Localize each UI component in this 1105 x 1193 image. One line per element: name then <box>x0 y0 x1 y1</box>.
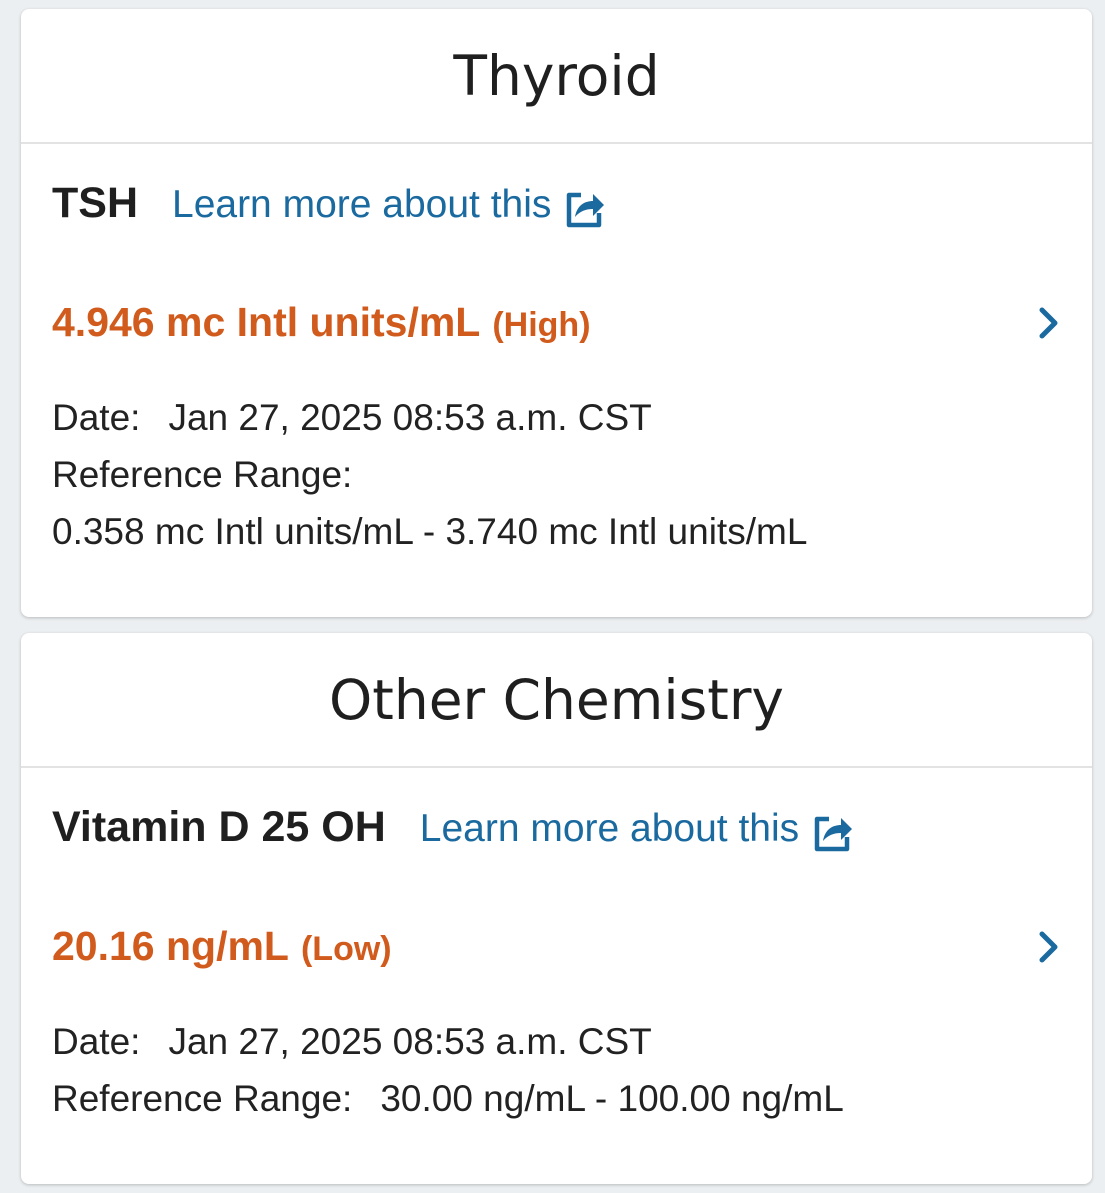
test-name: Vitamin D 25 OH <box>52 803 386 851</box>
result-details: Date: Jan 27, 2025 08:53 a.m. CST Referen… <box>52 389 807 560</box>
range-value: 30.00 ng/mL - 100.00 ng/mL <box>380 1078 844 1119</box>
range-label: Reference Range: <box>52 1078 353 1119</box>
result-line: 20.16 ng/mL (Low) <box>52 923 392 970</box>
chevron-right-icon[interactable] <box>1034 927 1064 967</box>
test-header: Vitamin D 25 OH Learn more about this <box>52 803 855 852</box>
date-label: Date: <box>52 397 141 438</box>
result-line: 4.946 mc Intl units/mL (High) <box>52 299 591 346</box>
result-flag: (Low) <box>300 930 392 968</box>
learn-more-label: Learn more about this <box>419 807 800 850</box>
result-value: 4.946 mc Intl units/mL <box>52 299 481 345</box>
section-card-thyroid: Thyroid TSH Learn more about this 4.946 … <box>21 9 1092 617</box>
chevron-right-icon[interactable] <box>1034 303 1064 343</box>
section-title: Other Chemistry <box>21 633 1092 768</box>
result-row[interactable]: 4.946 mc Intl units/mL (High) <box>52 299 1064 346</box>
learn-more-link[interactable]: Learn more about this <box>172 183 607 228</box>
result-details: Date: Jan 27, 2025 08:53 a.m. CST Referen… <box>52 1013 844 1127</box>
result-flag: (High) <box>492 306 591 344</box>
result-row[interactable]: 20.16 ng/mL (Low) <box>52 923 1064 970</box>
learn-more-label: Learn more about this <box>172 183 552 226</box>
range-line: Reference Range: 30.00 ng/mL - 100.00 ng/… <box>52 1070 844 1127</box>
external-link-icon <box>811 811 855 855</box>
date-value: Jan 27, 2025 08:53 a.m. CST <box>168 397 652 438</box>
range-value: 0.358 mc Intl units/mL - 3.740 mc Intl u… <box>52 511 808 552</box>
external-link-icon <box>563 187 607 231</box>
test-name: TSH <box>52 179 138 227</box>
date-line: Date: Jan 27, 2025 08:53 a.m. CST <box>52 1013 844 1070</box>
date-label: Date: <box>52 1021 141 1062</box>
test-header: TSH Learn more about this <box>52 179 607 228</box>
date-value: Jan 27, 2025 08:53 a.m. CST <box>168 1021 652 1062</box>
result-value: 20.16 ng/mL <box>52 923 289 969</box>
learn-more-link[interactable]: Learn more about this <box>419 807 855 852</box>
range-label: Reference Range: <box>52 454 353 495</box>
section-title: Thyroid <box>21 9 1092 144</box>
section-card-other-chemistry: Other Chemistry Vitamin D 25 OH Learn mo… <box>21 633 1092 1184</box>
date-line: Date: Jan 27, 2025 08:53 a.m. CST <box>52 389 807 446</box>
